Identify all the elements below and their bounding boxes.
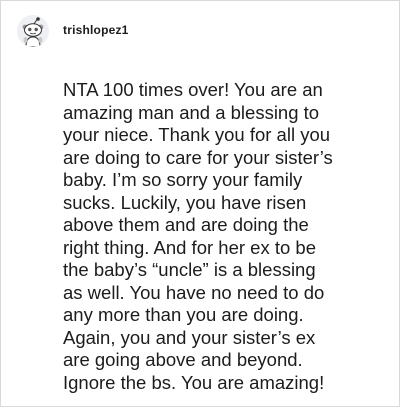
comment-body: NTA 100 times over! You are an amazing m… <box>63 79 333 393</box>
comment-card: trishlopez1 NTA 100 times over! You are … <box>0 0 400 407</box>
comment-author-username[interactable]: trishlopez1 <box>63 23 129 37</box>
snoo-avatar-icon <box>17 15 49 47</box>
user-avatar[interactable] <box>17 15 49 47</box>
